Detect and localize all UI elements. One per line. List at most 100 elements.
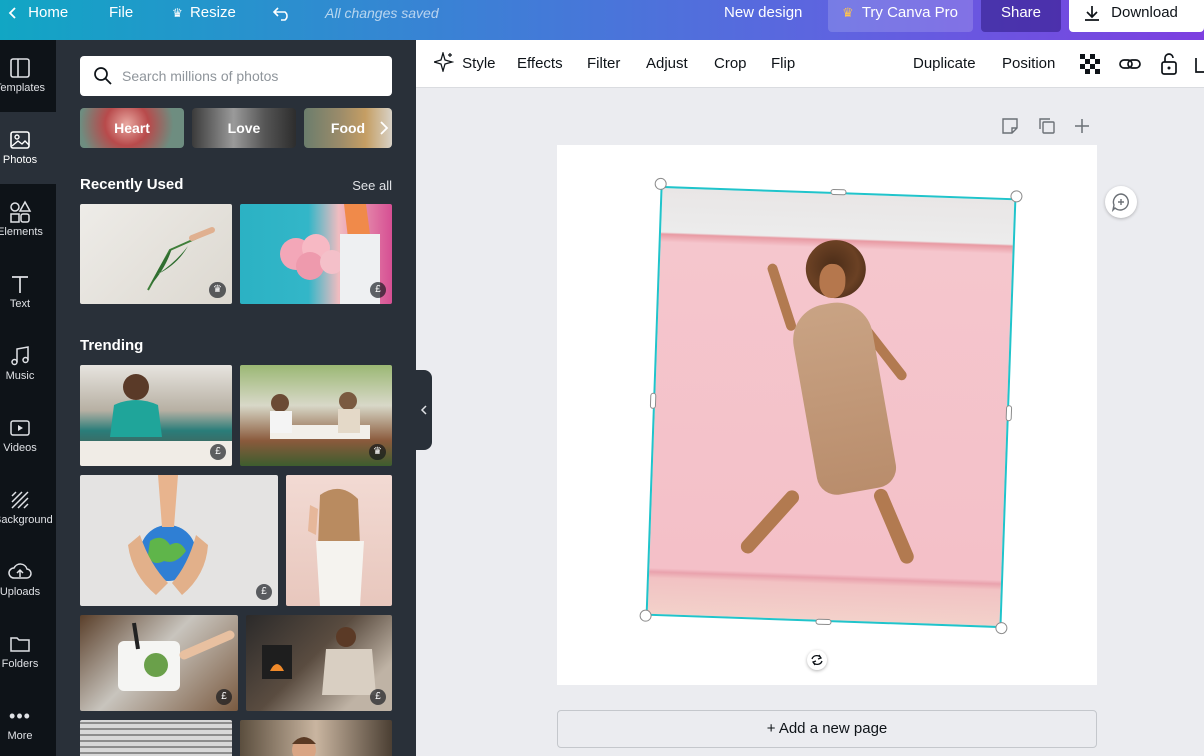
templates-icon (0, 56, 40, 80)
page-notes-button[interactable] (1001, 117, 1019, 140)
lock-icon[interactable] (1157, 52, 1181, 76)
rail-item-uploads[interactable]: Uploads (0, 544, 56, 616)
uploads-icon (0, 560, 40, 584)
rail-item-background[interactable]: Background (0, 472, 56, 544)
trash-icon[interactable] (1192, 52, 1204, 76)
chip-heart[interactable]: Heart (80, 108, 184, 148)
resize-button[interactable]: ♛ Resize (172, 0, 236, 26)
photo-thumbnail[interactable]: £ (246, 615, 392, 711)
photo-thumbnail[interactable] (240, 720, 392, 756)
rail-label: Elements (0, 226, 43, 238)
person-dress (787, 296, 900, 498)
photos-panel: Heart Love Food Recently Used See all ♛ … (56, 40, 416, 756)
rail-label: Uploads (0, 586, 41, 598)
rotate-icon (811, 654, 823, 666)
copy-icon (1039, 118, 1055, 134)
photo-thumbnail[interactable]: £ (80, 475, 278, 606)
rail-item-more[interactable]: ••• More (0, 688, 56, 756)
style-label: Style (462, 55, 496, 72)
rail-label: Music (5, 370, 35, 382)
paid-badge: £ (370, 689, 386, 705)
photos-icon (0, 128, 40, 152)
duplicate-button[interactable]: Duplicate (913, 40, 976, 88)
selected-photo[interactable] (639, 177, 1023, 635)
home-button[interactable]: Home (8, 0, 68, 26)
style-button[interactable]: Style (431, 40, 496, 88)
photo-thumbnail[interactable]: £ (80, 615, 238, 711)
resize-handle-bottom[interactable] (815, 618, 832, 626)
plus-icon (1075, 119, 1089, 133)
person-leg (871, 486, 916, 566)
chevron-right-icon (380, 121, 389, 135)
effects-button[interactable]: Effects (517, 40, 563, 88)
chevron-left-icon (8, 7, 16, 19)
add-comment-button[interactable] (1105, 186, 1137, 218)
duplicate-page-button[interactable] (1038, 117, 1056, 140)
trending-heading: Trending (80, 337, 144, 354)
search-input[interactable] (122, 56, 384, 96)
paid-badge: £ (210, 444, 226, 460)
photo-thumbnail[interactable] (80, 720, 232, 756)
rail-label: Videos (3, 442, 37, 454)
photo-thumbnail[interactable]: £ (240, 204, 392, 304)
transparency-icon[interactable] (1078, 52, 1102, 76)
paid-badge: £ (216, 689, 232, 705)
chips-next-button[interactable] (372, 108, 396, 148)
search-box[interactable] (80, 56, 392, 96)
undo-icon (272, 7, 288, 21)
rail-item-text[interactable]: Text (0, 256, 56, 328)
folders-icon (0, 632, 40, 656)
woman-back-image (308, 488, 364, 606)
photo-thumbnail[interactable]: ♛ (240, 365, 392, 466)
crop-button[interactable]: Crop (714, 40, 747, 88)
left-rail: Templates Photos Elements Text Music Vid… (0, 40, 56, 756)
rail-item-templates[interactable]: Templates (0, 40, 56, 112)
try-canva-pro-button[interactable]: ♛ Try Canva Pro (828, 0, 973, 32)
rail-item-photos[interactable]: Photos (0, 112, 56, 184)
add-page-icon-button[interactable] (1073, 117, 1091, 140)
crown-icon: ♛ (842, 5, 854, 20)
file-menu[interactable]: File (109, 0, 133, 26)
download-icon (1085, 6, 1099, 21)
download-label: Download (1111, 4, 1178, 21)
photo-thumbnail[interactable]: ♛ (80, 204, 232, 304)
chip-love[interactable]: Love (192, 108, 296, 148)
rail-item-elements[interactable]: Elements (0, 184, 56, 256)
undo-button[interactable] (272, 0, 292, 26)
rail-label: More (7, 730, 33, 742)
position-button[interactable]: Position (1002, 40, 1055, 88)
share-button[interactable]: Share (981, 0, 1061, 32)
context-toolbar: Style Effects Filter Adjust Crop Flip Du… (416, 40, 1204, 88)
resize-handle-left[interactable] (649, 392, 657, 409)
new-design-button[interactable]: New design (724, 0, 802, 26)
more-icon: ••• (9, 705, 31, 726)
home-label: Home (28, 4, 69, 21)
elements-icon (0, 200, 40, 224)
rotate-handle[interactable] (807, 650, 827, 670)
background-icon (0, 488, 40, 512)
text-icon (0, 272, 40, 296)
filter-button[interactable]: Filter (587, 40, 620, 88)
paid-badge: £ (256, 584, 272, 600)
rail-label: Templates (0, 82, 46, 94)
rail-label: Background (0, 514, 53, 526)
rail-item-folders[interactable]: Folders (0, 616, 56, 688)
see-all-link[interactable]: See all (352, 178, 392, 193)
photo-thumbnail[interactable] (286, 475, 392, 606)
photo-thumbnail[interactable]: £ (80, 365, 232, 466)
rail-item-music[interactable]: Music (0, 328, 56, 400)
resize-handle-top[interactable] (830, 188, 847, 196)
link-icon[interactable] (1118, 52, 1142, 76)
sparkle-icon (431, 50, 455, 74)
add-new-page-button[interactable]: + Add a new page (557, 710, 1097, 748)
crown-icon: ♛ (172, 6, 183, 20)
collapse-panel-button[interactable] (416, 370, 432, 450)
rail-item-videos[interactable]: Videos (0, 400, 56, 472)
premium-badge: ♛ (369, 444, 386, 460)
download-button[interactable]: Download (1069, 0, 1204, 32)
man-portrait-image (292, 737, 316, 756)
flip-button[interactable]: Flip (771, 40, 795, 88)
resize-handle-right[interactable] (1005, 405, 1013, 422)
music-icon (0, 344, 40, 368)
adjust-button[interactable]: Adjust (646, 40, 688, 88)
